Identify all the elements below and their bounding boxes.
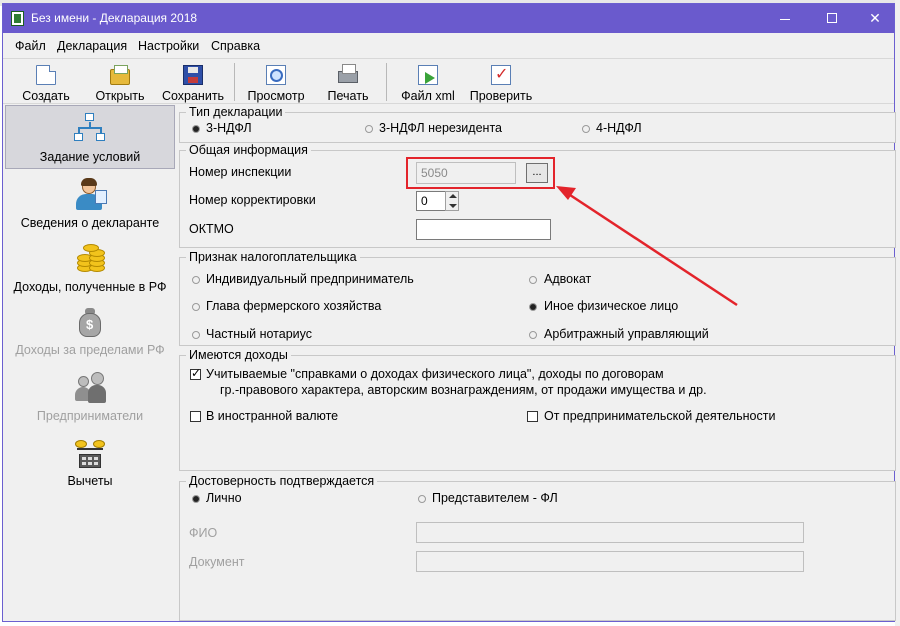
annotation-arrow — [556, 186, 738, 307]
annotation-arrow-line — [566, 191, 738, 307]
